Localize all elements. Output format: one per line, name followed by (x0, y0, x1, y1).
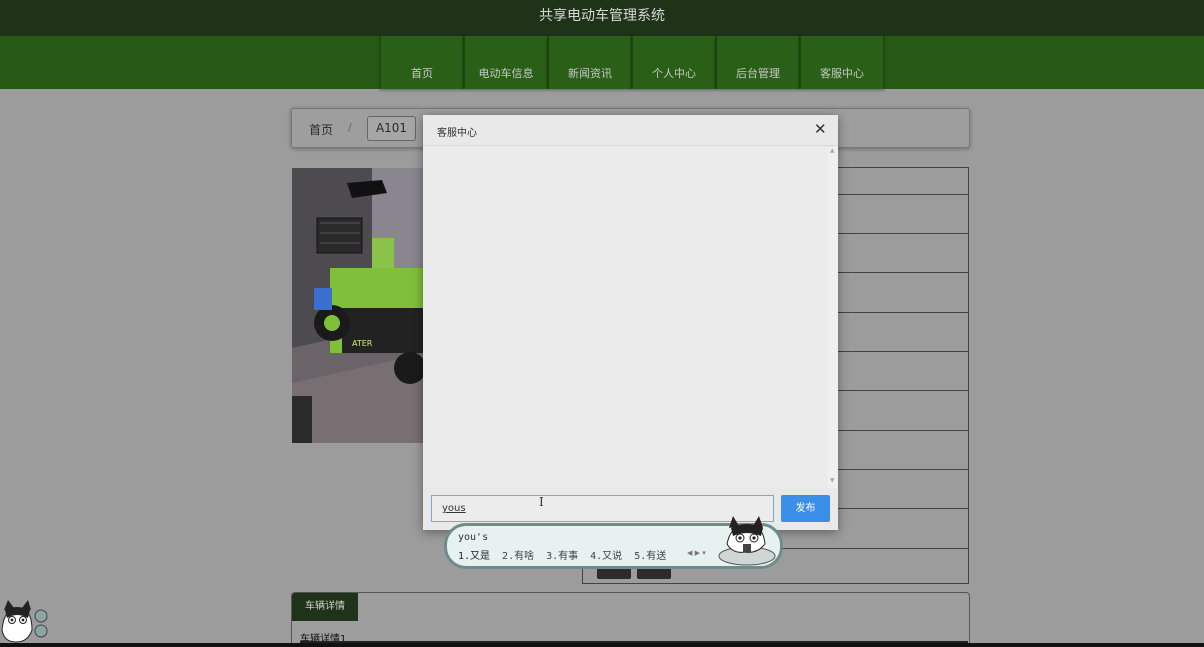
breadcrumb-current: A101 (367, 116, 416, 141)
bike-photo: ATER (292, 168, 427, 443)
chat-messages-area[interactable] (423, 147, 838, 488)
ime-candidate[interactable]: 4.又说 (590, 547, 622, 562)
modal-header: 客服中心 ✕ (423, 115, 838, 146)
ime-candidate[interactable]: 1.又是 (458, 547, 490, 562)
breadcrumb-separator: / (348, 121, 352, 134)
bottom-strip (0, 643, 1204, 647)
cat-mascot-icon (718, 516, 776, 566)
close-icon[interactable]: ✕ (814, 122, 827, 137)
ime-candidate-list: 1.又是 2.有啥 3.有事 4.又说 5.有送 (458, 547, 678, 562)
site-header: 共享电动车管理系统 (0, 0, 1204, 36)
site-title: 共享电动车管理系统 (539, 8, 665, 24)
send-button[interactable]: 发布 (781, 495, 830, 522)
main-nav: 首页 电动车信息 新闻资讯 个人中心 后台管理 客服中心 (0, 36, 1204, 89)
ime-candidate[interactable]: 2.有啥 (502, 547, 534, 562)
nav-item-admin[interactable]: 后台管理 (716, 36, 800, 89)
scroll-up-icon[interactable]: ▲ (830, 147, 835, 154)
nav-item-support[interactable]: 客服中心 (800, 36, 884, 89)
ime-candidate[interactable]: 3.有事 (546, 547, 578, 562)
nav-item-bikes[interactable]: 电动车信息 (464, 36, 548, 89)
ime-candidate[interactable]: 5.有送 (634, 547, 666, 562)
tab-bike-details[interactable]: 车辆详情 (292, 593, 358, 621)
ime-candidate-window: you's 1.又是 2.有啥 3.有事 4.又说 5.有送 ◀ ▶ ▾ (444, 516, 783, 569)
nav-item-news[interactable]: 新闻资讯 (548, 36, 632, 89)
svg-text:ATER: ATER (352, 339, 373, 348)
ime-page-arrows-icon[interactable]: ◀ ▶ ▾ (687, 549, 706, 557)
nav-item-profile[interactable]: 个人中心 (632, 36, 716, 89)
details-section: 车辆详情 车辆详情1 (291, 592, 970, 647)
bike-illustration: ATER (292, 168, 427, 443)
scroll-down-icon[interactable]: ▼ (830, 477, 835, 484)
ime-composition: you's (458, 532, 489, 543)
nav-items: 首页 电动车信息 新闻资讯 个人中心 后台管理 客服中心 (380, 36, 884, 89)
breadcrumb-home-link[interactable]: 首页 (309, 121, 333, 138)
text-cursor-icon: I (539, 495, 544, 509)
chat-scrollbar[interactable]: ▲ ▼ (828, 147, 838, 488)
cat-mascot-corner-icon[interactable] (0, 600, 50, 644)
support-chat-modal: 客服中心 ✕ ▲ ▼ yous 发布 (423, 115, 838, 530)
modal-title: 客服中心 (437, 128, 477, 139)
nav-item-home[interactable]: 首页 (380, 36, 464, 89)
